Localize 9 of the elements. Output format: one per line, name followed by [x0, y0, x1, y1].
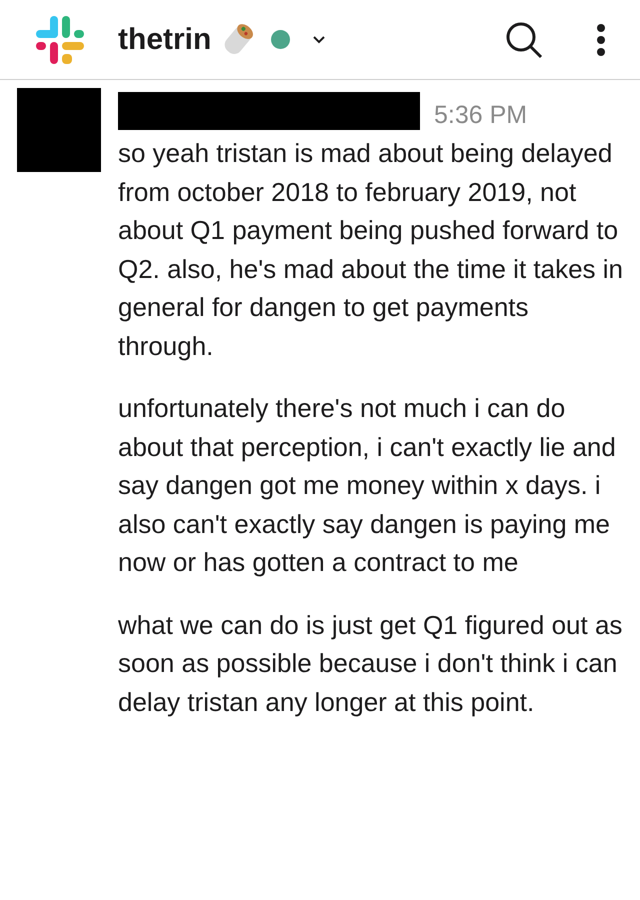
workspace-name[interactable]: thetrin — [118, 17, 212, 62]
chevron-down-icon[interactable] — [312, 34, 326, 44]
message-text: so yeah tristan is mad about being delayed from october 2018 to february 2019, not about Q1 payment being pushed forward to Q2. also, he's mad about the time it takes in general for dangen to get payments through. — [118, 137, 623, 362]
message-text: what we can do is just get Q1 figured out as soon as possible because i don't think i can delay tristan any longer at this point. — [118, 608, 623, 718]
message-text: unfortunately there's not much i can do about that perception, i can't exactly lie and say dangen got me money within x days. i also can't exactly say dangen is paying me now or has gotten a contract to me — [118, 392, 617, 579]
message-time: 5:36 PM — [434, 100, 528, 130]
more-options-icon[interactable] — [596, 22, 606, 56]
slack-logo-icon[interactable] — [34, 14, 86, 66]
search-icon[interactable] — [504, 20, 544, 60]
